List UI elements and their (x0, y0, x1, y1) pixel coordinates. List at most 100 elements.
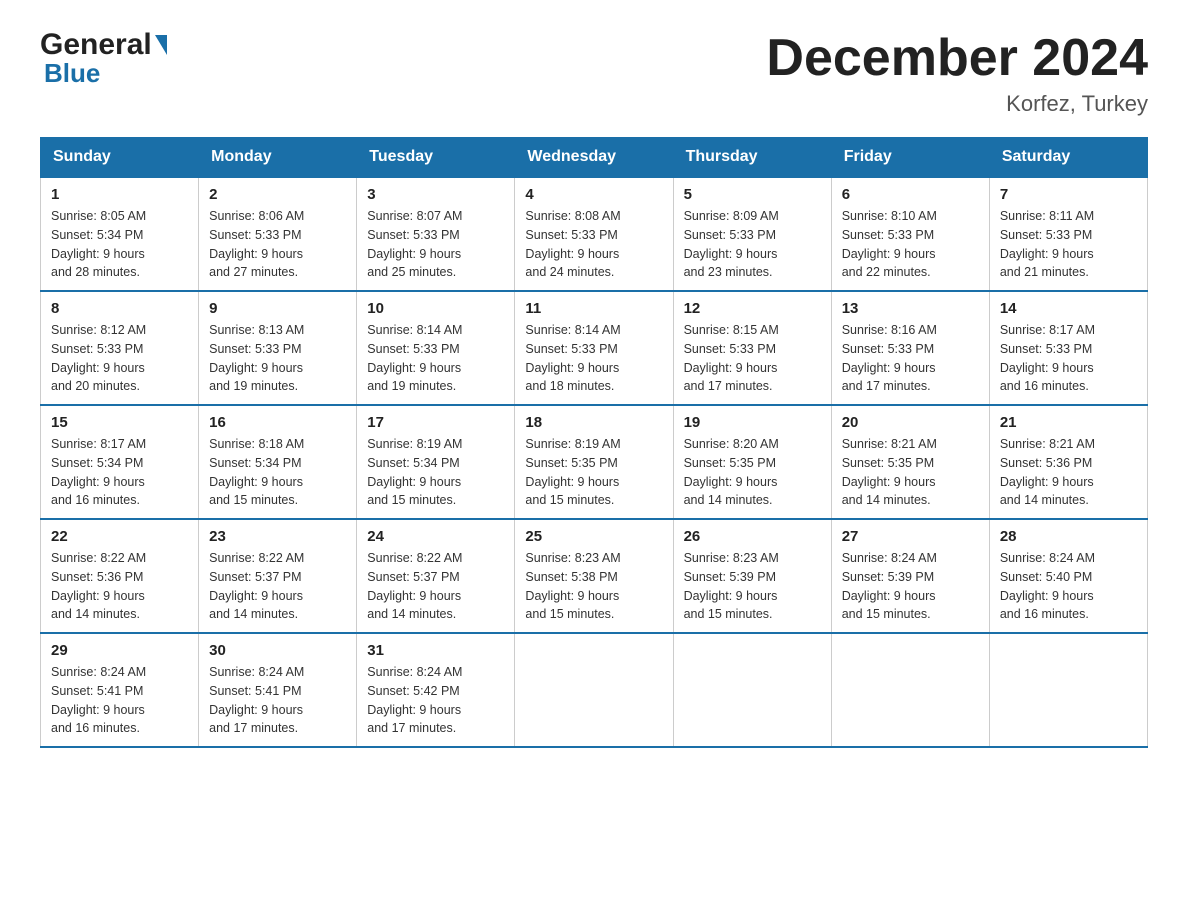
day-number: 31 (367, 642, 504, 659)
day-info: Sunrise: 8:21 AMSunset: 5:36 PMDaylight:… (1000, 437, 1095, 507)
header-tuesday: Tuesday (357, 138, 515, 178)
calendar-cell: 17 Sunrise: 8:19 AMSunset: 5:34 PMDaylig… (357, 405, 515, 519)
calendar-cell (515, 633, 673, 747)
logo-blue-text: Blue (44, 60, 169, 86)
calendar-cell: 5 Sunrise: 8:09 AMSunset: 5:33 PMDayligh… (673, 177, 831, 291)
day-info: Sunrise: 8:18 AMSunset: 5:34 PMDaylight:… (209, 437, 304, 507)
day-info: Sunrise: 8:24 AMSunset: 5:41 PMDaylight:… (51, 665, 146, 735)
day-info: Sunrise: 8:06 AMSunset: 5:33 PMDaylight:… (209, 209, 304, 279)
month-title: December 2024 (766, 30, 1148, 87)
calendar-cell (989, 633, 1147, 747)
day-info: Sunrise: 8:05 AMSunset: 5:34 PMDaylight:… (51, 209, 146, 279)
calendar-cell: 24 Sunrise: 8:22 AMSunset: 5:37 PMDaylig… (357, 519, 515, 633)
header-friday: Friday (831, 138, 989, 178)
day-number: 4 (525, 186, 662, 203)
day-number: 15 (51, 414, 188, 431)
calendar-cell: 31 Sunrise: 8:24 AMSunset: 5:42 PMDaylig… (357, 633, 515, 747)
calendar-cell: 15 Sunrise: 8:17 AMSunset: 5:34 PMDaylig… (41, 405, 199, 519)
day-info: Sunrise: 8:23 AMSunset: 5:39 PMDaylight:… (684, 551, 779, 621)
calendar-cell: 11 Sunrise: 8:14 AMSunset: 5:33 PMDaylig… (515, 291, 673, 405)
calendar-cell: 12 Sunrise: 8:15 AMSunset: 5:33 PMDaylig… (673, 291, 831, 405)
day-number: 24 (367, 528, 504, 545)
calendar-body: 1 Sunrise: 8:05 AMSunset: 5:34 PMDayligh… (41, 177, 1148, 747)
header-sunday: Sunday (41, 138, 199, 178)
day-info: Sunrise: 8:21 AMSunset: 5:35 PMDaylight:… (842, 437, 937, 507)
day-number: 21 (1000, 414, 1137, 431)
calendar-cell: 10 Sunrise: 8:14 AMSunset: 5:33 PMDaylig… (357, 291, 515, 405)
calendar-cell: 2 Sunrise: 8:06 AMSunset: 5:33 PMDayligh… (199, 177, 357, 291)
calendar-cell: 4 Sunrise: 8:08 AMSunset: 5:33 PMDayligh… (515, 177, 673, 291)
day-info: Sunrise: 8:11 AMSunset: 5:33 PMDaylight:… (1000, 209, 1094, 279)
day-info: Sunrise: 8:15 AMSunset: 5:33 PMDaylight:… (684, 323, 779, 393)
day-number: 19 (684, 414, 821, 431)
day-number: 23 (209, 528, 346, 545)
calendar-cell: 26 Sunrise: 8:23 AMSunset: 5:39 PMDaylig… (673, 519, 831, 633)
day-number: 14 (1000, 300, 1137, 317)
calendar-cell: 20 Sunrise: 8:21 AMSunset: 5:35 PMDaylig… (831, 405, 989, 519)
day-info: Sunrise: 8:24 AMSunset: 5:40 PMDaylight:… (1000, 551, 1095, 621)
day-info: Sunrise: 8:09 AMSunset: 5:33 PMDaylight:… (684, 209, 779, 279)
calendar-cell: 8 Sunrise: 8:12 AMSunset: 5:33 PMDayligh… (41, 291, 199, 405)
logo-general-text: General (40, 30, 152, 60)
day-number: 11 (525, 300, 662, 317)
day-info: Sunrise: 8:08 AMSunset: 5:33 PMDaylight:… (525, 209, 620, 279)
day-info: Sunrise: 8:22 AMSunset: 5:37 PMDaylight:… (209, 551, 304, 621)
day-number: 26 (684, 528, 821, 545)
day-number: 17 (367, 414, 504, 431)
day-number: 8 (51, 300, 188, 317)
calendar-cell: 6 Sunrise: 8:10 AMSunset: 5:33 PMDayligh… (831, 177, 989, 291)
header-row: Sunday Monday Tuesday Wednesday Thursday… (41, 138, 1148, 178)
day-number: 10 (367, 300, 504, 317)
location-title: Korfez, Turkey (766, 91, 1148, 117)
page-header: General Blue December 2024 Korfez, Turke… (40, 30, 1148, 117)
day-number: 30 (209, 642, 346, 659)
day-number: 20 (842, 414, 979, 431)
calendar-cell: 14 Sunrise: 8:17 AMSunset: 5:33 PMDaylig… (989, 291, 1147, 405)
calendar-cell (831, 633, 989, 747)
calendar-cell: 25 Sunrise: 8:23 AMSunset: 5:38 PMDaylig… (515, 519, 673, 633)
day-number: 22 (51, 528, 188, 545)
day-info: Sunrise: 8:07 AMSunset: 5:33 PMDaylight:… (367, 209, 462, 279)
calendar-cell: 28 Sunrise: 8:24 AMSunset: 5:40 PMDaylig… (989, 519, 1147, 633)
day-number: 29 (51, 642, 188, 659)
day-number: 27 (842, 528, 979, 545)
day-info: Sunrise: 8:24 AMSunset: 5:39 PMDaylight:… (842, 551, 937, 621)
calendar-cell: 21 Sunrise: 8:21 AMSunset: 5:36 PMDaylig… (989, 405, 1147, 519)
calendar-week-5: 29 Sunrise: 8:24 AMSunset: 5:41 PMDaylig… (41, 633, 1148, 747)
calendar-cell: 3 Sunrise: 8:07 AMSunset: 5:33 PMDayligh… (357, 177, 515, 291)
calendar-cell: 16 Sunrise: 8:18 AMSunset: 5:34 PMDaylig… (199, 405, 357, 519)
day-info: Sunrise: 8:22 AMSunset: 5:36 PMDaylight:… (51, 551, 146, 621)
calendar-week-4: 22 Sunrise: 8:22 AMSunset: 5:36 PMDaylig… (41, 519, 1148, 633)
day-info: Sunrise: 8:14 AMSunset: 5:33 PMDaylight:… (367, 323, 462, 393)
calendar-cell: 23 Sunrise: 8:22 AMSunset: 5:37 PMDaylig… (199, 519, 357, 633)
day-number: 7 (1000, 186, 1137, 203)
day-number: 6 (842, 186, 979, 203)
logo-triangle-icon (155, 35, 167, 55)
day-number: 18 (525, 414, 662, 431)
calendar-table: Sunday Monday Tuesday Wednesday Thursday… (40, 137, 1148, 748)
day-info: Sunrise: 8:24 AMSunset: 5:41 PMDaylight:… (209, 665, 304, 735)
logo: General Blue (40, 30, 169, 86)
day-number: 13 (842, 300, 979, 317)
day-number: 12 (684, 300, 821, 317)
day-info: Sunrise: 8:20 AMSunset: 5:35 PMDaylight:… (684, 437, 779, 507)
header-wednesday: Wednesday (515, 138, 673, 178)
day-info: Sunrise: 8:16 AMSunset: 5:33 PMDaylight:… (842, 323, 937, 393)
calendar-cell: 13 Sunrise: 8:16 AMSunset: 5:33 PMDaylig… (831, 291, 989, 405)
calendar-cell: 27 Sunrise: 8:24 AMSunset: 5:39 PMDaylig… (831, 519, 989, 633)
day-info: Sunrise: 8:14 AMSunset: 5:33 PMDaylight:… (525, 323, 620, 393)
day-info: Sunrise: 8:24 AMSunset: 5:42 PMDaylight:… (367, 665, 462, 735)
header-monday: Monday (199, 138, 357, 178)
day-number: 9 (209, 300, 346, 317)
calendar-week-3: 15 Sunrise: 8:17 AMSunset: 5:34 PMDaylig… (41, 405, 1148, 519)
day-number: 5 (684, 186, 821, 203)
day-number: 16 (209, 414, 346, 431)
calendar-cell (673, 633, 831, 747)
day-info: Sunrise: 8:19 AMSunset: 5:34 PMDaylight:… (367, 437, 462, 507)
header-saturday: Saturday (989, 138, 1147, 178)
day-number: 2 (209, 186, 346, 203)
day-info: Sunrise: 8:23 AMSunset: 5:38 PMDaylight:… (525, 551, 620, 621)
day-info: Sunrise: 8:19 AMSunset: 5:35 PMDaylight:… (525, 437, 620, 507)
day-info: Sunrise: 8:17 AMSunset: 5:34 PMDaylight:… (51, 437, 146, 507)
day-number: 3 (367, 186, 504, 203)
